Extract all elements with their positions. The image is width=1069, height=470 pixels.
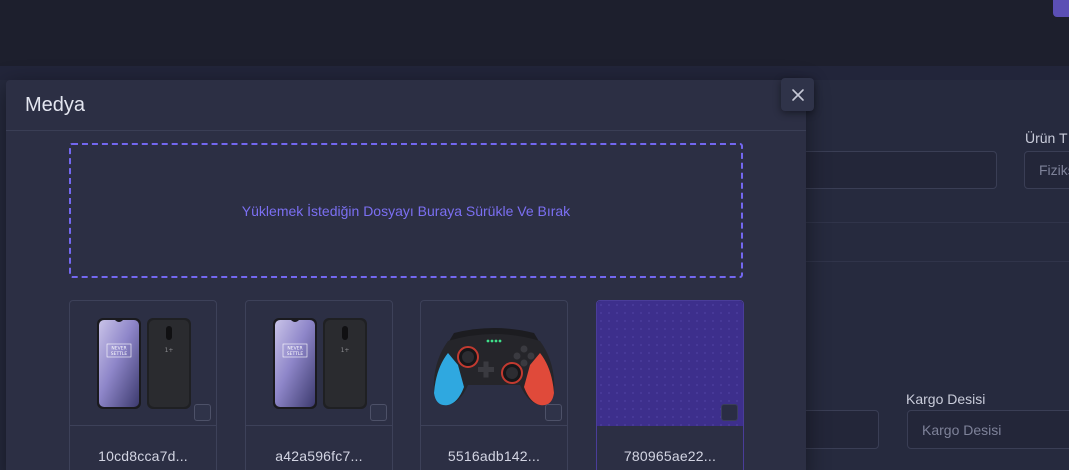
modal-title: Medya xyxy=(25,93,86,116)
gamepad-icon xyxy=(433,328,555,406)
svg-text:1+: 1+ xyxy=(341,347,350,354)
phone-image-icon: NEVER SETTLE 1+ xyxy=(273,317,367,409)
media-filename: 5516adb142... xyxy=(447,448,541,464)
form-divider xyxy=(806,222,1069,223)
media-item[interactable]: NEVER SETTLE 1+ 10cd8cca7d... xyxy=(69,300,217,470)
media-item[interactable]: 780965ae22... xyxy=(596,300,744,470)
cargo-desi-input: Kargo Desisi xyxy=(907,410,1069,449)
media-filename: a42a596fc7... xyxy=(275,448,363,464)
product-type-select: Fiziks xyxy=(1024,151,1069,189)
close-icon xyxy=(791,88,804,101)
media-select-checkbox[interactable] xyxy=(545,404,562,421)
media-filename: 780965ae22... xyxy=(623,448,717,464)
svg-text:SETTLE: SETTLE xyxy=(111,351,128,357)
media-select-checkbox[interactable] xyxy=(194,404,211,421)
media-item[interactable]: NEVER SETTLE 1+ a42a596fc7... xyxy=(245,300,393,470)
media-modal: Medya Yüklemek İstediğin Dosyayı Buraya … xyxy=(6,80,806,470)
top-navbar xyxy=(0,0,1069,66)
navbar-accent-button xyxy=(1053,0,1069,17)
media-item[interactable]: 5516adb142... xyxy=(420,300,568,470)
modal-header: Medya xyxy=(6,80,806,131)
product-type-label: Ürün T xyxy=(1025,130,1068,146)
form-divider xyxy=(806,261,1069,262)
modal-close-button[interactable] xyxy=(781,78,814,111)
svg-text:NEVER: NEVER xyxy=(287,345,302,351)
media-select-checkbox[interactable] xyxy=(370,404,387,421)
media-select-checkbox[interactable] xyxy=(721,404,738,421)
file-dropzone[interactable]: Yüklemek İstediğin Dosyayı Buraya Sürükl… xyxy=(69,143,743,278)
svg-text:NEVER: NEVER xyxy=(111,345,126,351)
media-filename: 10cd8cca7d... xyxy=(98,448,188,464)
dropzone-text: Yüklemek İstediğin Dosyayı Buraya Sürükl… xyxy=(241,202,571,219)
cargo-desi-label: Kargo Desisi xyxy=(906,391,986,407)
phone-image-icon: NEVER SETTLE 1+ xyxy=(97,317,191,409)
svg-text:SETTLE: SETTLE xyxy=(287,351,304,357)
svg-text:1+: 1+ xyxy=(165,347,174,354)
